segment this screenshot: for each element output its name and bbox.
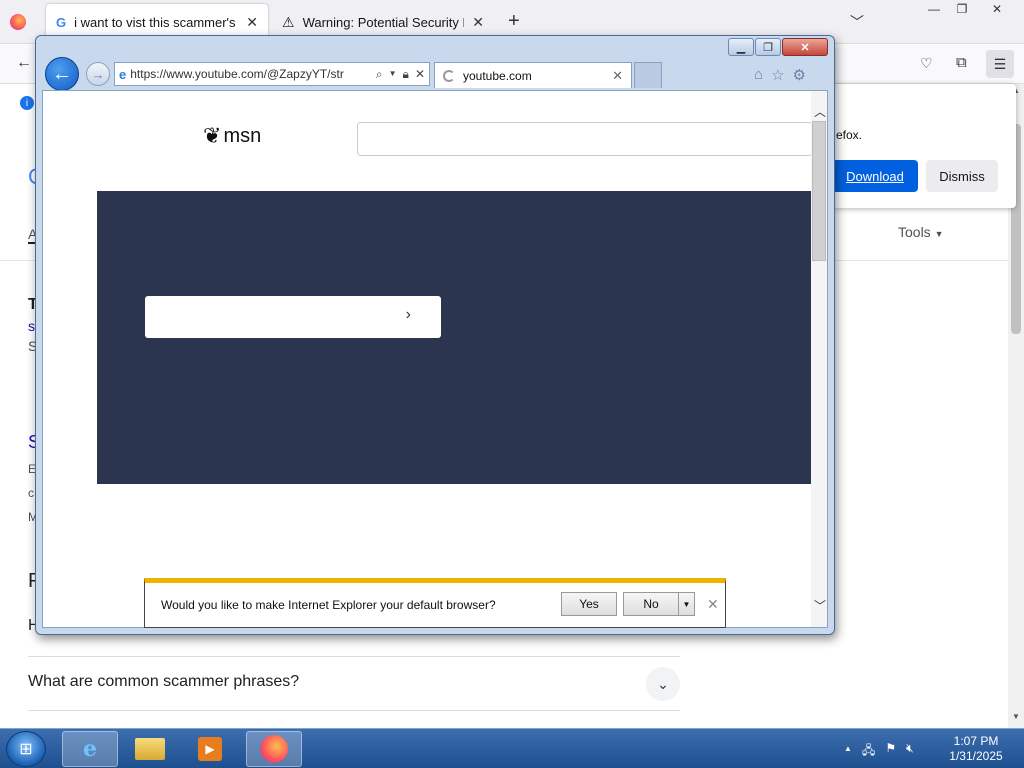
- internet-explorer-icon: e: [83, 736, 97, 762]
- firefox-icon[interactable]: [10, 14, 26, 30]
- chevron-right-icon[interactable]: ›: [406, 306, 411, 324]
- google-icon: G: [56, 14, 67, 30]
- list-all-tabs-icon[interactable]: ﹀: [850, 12, 864, 32]
- favorites-star-icon[interactable]: ☆: [771, 66, 784, 84]
- close-tab-icon[interactable]: ✕: [472, 14, 484, 31]
- windows-taskbar: ⊞ e ▶ ▲ 🖧︎ ⚑ 🔇︎ 1:07 PM 1/31/2025: [0, 728, 1024, 768]
- stop-icon[interactable]: ✕: [415, 67, 425, 82]
- ie-close-button[interactable]: ✕: [782, 38, 828, 56]
- pocket-icon[interactable]: ♡: [920, 55, 933, 72]
- extensions-icon[interactable]: ⧉: [956, 54, 967, 71]
- msn-logo[interactable]: ❦ msn: [203, 123, 261, 149]
- dropdown-arrow-icon[interactable]: ▼: [389, 69, 397, 82]
- maximize-button[interactable]: ❐: [948, 0, 976, 18]
- clock-time: 1:07 PM: [953, 734, 999, 748]
- result-snippet-fragment: c: [28, 486, 34, 500]
- taskbar-media-player[interactable]: ▶: [182, 731, 238, 767]
- action-center-flag-icon[interactable]: ⚑: [885, 741, 896, 762]
- no-button[interactable]: No ▼: [623, 592, 695, 616]
- search-icon[interactable]: ⌕: [376, 67, 383, 82]
- new-tab-button[interactable]: +: [508, 10, 520, 33]
- result-link-fragment[interactable]: s: [28, 318, 35, 334]
- forward-button[interactable]: →: [86, 62, 110, 86]
- notification-message: Would you like to make Internet Explorer…: [161, 598, 496, 612]
- ie-new-tab-button[interactable]: [634, 62, 662, 88]
- address-input[interactable]: https://www.youtube.com/@ZapzyYT/str: [130, 67, 350, 81]
- back-arrow-icon[interactable]: ←: [16, 54, 32, 72]
- tools-label: Tools: [898, 224, 931, 240]
- yes-button[interactable]: Yes: [561, 592, 617, 616]
- msn-search-input[interactable]: [357, 122, 813, 156]
- taskbar-internet-explorer[interactable]: e: [62, 731, 118, 767]
- minimize-button[interactable]: —: [920, 0, 948, 18]
- butterfly-icon: ❦: [203, 123, 222, 148]
- hero-input-box[interactable]: ›: [145, 296, 441, 338]
- scrollbar-thumb[interactable]: [812, 121, 826, 261]
- default-browser-notification: Would you like to make Internet Explorer…: [144, 578, 726, 628]
- start-button[interactable]: ⊞: [6, 731, 46, 767]
- chevron-down-icon[interactable]: ⌄: [646, 667, 680, 701]
- msn-hero-banner: ›: [97, 191, 811, 484]
- popup-text-fragment: efox.: [836, 128, 863, 142]
- question-row[interactable]: [28, 710, 680, 728]
- back-button[interactable]: ←: [45, 57, 79, 91]
- dropdown-arrow-icon[interactable]: ▼: [678, 593, 694, 615]
- dismiss-button[interactable]: Dismiss: [926, 160, 998, 192]
- close-tab-icon[interactable]: ✕: [246, 14, 258, 31]
- tools-button[interactable]: Tools ▼: [898, 224, 944, 240]
- settings-gear-icon[interactable]: ⚙: [793, 66, 806, 84]
- msn-logo-text: msn: [223, 124, 262, 147]
- clock-date: 1/31/2025: [949, 749, 1003, 763]
- scroll-down-icon[interactable]: ▼: [1012, 712, 1020, 721]
- close-tab-icon[interactable]: ✕: [612, 68, 623, 84]
- close-window-button[interactable]: ✕: [982, 0, 1012, 18]
- windows-logo-icon: ⊞: [19, 741, 33, 758]
- home-icon[interactable]: ⌂: [754, 66, 763, 84]
- internet-explorer-window: ▁ ❐ ✕ ← → e https://www.youtube.com/@Zap…: [35, 35, 835, 635]
- ie-page-icon: e: [119, 66, 127, 82]
- folder-icon: [135, 738, 165, 760]
- taskbar-firefox[interactable]: [246, 731, 302, 767]
- close-notification-icon[interactable]: ✕: [707, 596, 719, 613]
- question-text: What are common scammer phrases?: [28, 673, 300, 690]
- system-tray: ▲ 🖧︎ ⚑ 🔇︎: [844, 741, 914, 762]
- ie-restore-button[interactable]: ❐: [755, 38, 781, 56]
- network-icon[interactable]: 🖧︎: [862, 741, 875, 762]
- dropdown-arrow-icon: ▼: [934, 229, 944, 239]
- warning-icon: ⚠: [282, 13, 295, 30]
- info-icon: i: [20, 96, 34, 110]
- ie-tab-title: youtube.com: [463, 68, 532, 83]
- scroll-up-icon[interactable]: ︿: [814, 103, 826, 120]
- media-player-icon: ▶: [198, 737, 222, 761]
- ie-page-content: ❦ msn › ︿ ﹀: [42, 90, 828, 628]
- address-bar[interactable]: e https://www.youtube.com/@ZapzyYT/str ⌕…: [114, 62, 430, 86]
- default-browser-popup: efox. Download Dismiss: [832, 84, 1016, 208]
- no-button-label: No: [643, 597, 659, 611]
- ie-scrollbar[interactable]: ︿ ﹀: [811, 91, 827, 627]
- tab-title: Warning: Potential Security Risk: [302, 14, 465, 30]
- show-hidden-icons-icon[interactable]: ▲: [844, 744, 852, 762]
- clock[interactable]: 1:07 PM 1/31/2025: [940, 734, 1012, 764]
- lock-icon[interactable]: 🔒︎: [403, 67, 409, 82]
- ie-minimize-button[interactable]: ▁: [728, 38, 754, 56]
- tab-title: i want to vist this scammer's website: [74, 14, 238, 30]
- scroll-down-icon[interactable]: ﹀: [814, 597, 826, 614]
- volume-muted-icon[interactable]: 🔇︎: [906, 741, 914, 762]
- taskbar-file-explorer[interactable]: [122, 731, 178, 767]
- ie-tab-youtube[interactable]: youtube.com ✕: [434, 62, 632, 88]
- firefox-icon: [260, 735, 288, 763]
- loading-spinner-icon: [443, 69, 455, 82]
- question-row[interactable]: What are common scammer phrases? ⌄: [28, 656, 680, 710]
- menu-icon[interactable]: ☰: [986, 50, 1014, 78]
- download-button[interactable]: Download: [832, 160, 918, 192]
